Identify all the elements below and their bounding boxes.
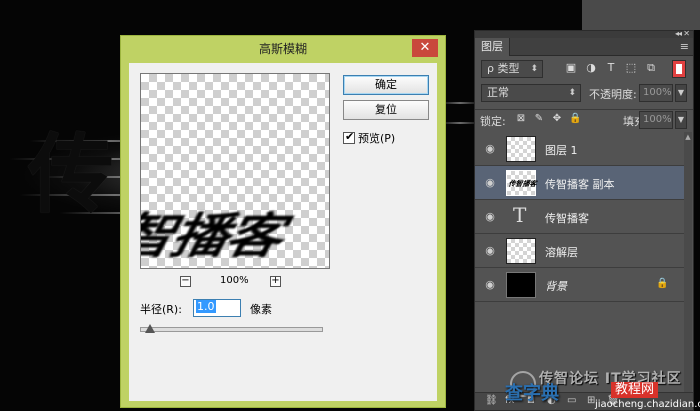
- layer-name: 背景: [545, 280, 567, 293]
- close-button[interactable]: ✕: [412, 39, 438, 57]
- eye-icon[interactable]: ◉: [483, 278, 497, 292]
- dialog-title[interactable]: 高斯模糊: [121, 36, 445, 62]
- link-layers-icon[interactable]: ⛓: [485, 395, 498, 406]
- ok-button[interactable]: 确定: [343, 75, 429, 95]
- layers-scrollbar[interactable]: [684, 132, 692, 402]
- lock-position-icon[interactable]: ✥: [551, 113, 563, 125]
- radius-slider-thumb[interactable]: [145, 324, 155, 333]
- zoom-level: 100%: [220, 275, 249, 286]
- filter-value: ρ 类型: [487, 62, 520, 75]
- preview-image-text: 智播客: [140, 209, 300, 265]
- updown-icon: ⬍: [568, 88, 576, 98]
- zoom-out-button[interactable]: −: [180, 276, 191, 287]
- panel-topbar[interactable]: ◂◂ ✕: [475, 29, 693, 38]
- thumbnail-text: 传智播客: [507, 180, 539, 188]
- panel-tabbar: 图层 ≡: [475, 38, 693, 56]
- collapse-icon[interactable]: ◂◂: [675, 29, 682, 38]
- lock-icon: 🔒: [656, 278, 669, 289]
- adjustment-layer-icon[interactable]: ◐: [547, 395, 556, 406]
- lock-image-icon[interactable]: ✎: [533, 113, 545, 125]
- lock-all-icon[interactable]: 🔒: [569, 113, 581, 125]
- layer-thumbnail: [506, 272, 536, 298]
- fill-input[interactable]: 100%: [639, 111, 673, 129]
- updown-icon: ⬍: [530, 64, 538, 74]
- shape-filter-icon[interactable]: ⬚: [623, 60, 639, 76]
- eye-icon[interactable]: ◉: [483, 142, 497, 156]
- dialog-body: 智播客 − 100% + 确定 复位 ✔ 预览(P) 半径(R): 1.0 像素: [129, 63, 437, 401]
- preview-zoom-bar: − 100% +: [140, 275, 330, 289]
- scroll-up-icon[interactable]: ▲: [684, 132, 692, 142]
- tab-layers[interactable]: 图层: [475, 38, 510, 56]
- layers-footer: ⛓ fx ◘ ◐ ▭ ⊞ 🗑: [475, 392, 693, 410]
- layer-thumbnail: 传智播客: [506, 170, 539, 196]
- lock-label: 锁定:: [480, 115, 506, 128]
- opacity-label: 不透明度:: [589, 88, 637, 101]
- layer-row[interactable]: ◉ T 传智播客: [475, 200, 685, 234]
- panel-menu-icon[interactable]: ≡: [680, 40, 689, 53]
- filter-preview[interactable]: 智播客: [140, 73, 330, 269]
- layer-thumbnail: [506, 136, 536, 162]
- chevron-down-icon[interactable]: ▼: [675, 111, 687, 129]
- layer-style-icon[interactable]: fx: [505, 395, 514, 406]
- opacity-input[interactable]: 100%: [639, 84, 673, 102]
- blend-mode-dropdown[interactable]: 正常 ⬍: [481, 84, 581, 102]
- type-filter-icon[interactable]: T: [603, 60, 619, 76]
- radius-input[interactable]: 1.0: [193, 299, 241, 317]
- radius-slider[interactable]: [140, 327, 323, 332]
- checkbox-box[interactable]: ✔: [343, 130, 355, 144]
- close-icon[interactable]: ✕: [683, 29, 690, 38]
- layer-row[interactable]: ◉ 传智播客 传智播客 副本: [475, 166, 685, 200]
- adjustment-filter-icon[interactable]: ◑: [583, 60, 599, 76]
- layer-name: 溶解层: [545, 246, 578, 259]
- lock-row: 锁定: ⊠ ✎ ✥ 🔒 填充: 100% ▼: [475, 109, 693, 129]
- workspace-background: [582, 0, 700, 30]
- preview-checkbox-label: 预览(P): [358, 132, 396, 145]
- preview-checkbox[interactable]: ✔ 预览(P): [343, 130, 395, 146]
- new-group-icon[interactable]: ▭: [567, 395, 576, 406]
- layer-name: 传智播客 副本: [545, 178, 615, 191]
- radius-value: 1.0: [196, 300, 216, 313]
- eye-icon[interactable]: ◉: [483, 176, 497, 190]
- chevron-down-icon[interactable]: ▼: [675, 84, 687, 102]
- delete-layer-icon[interactable]: 🗑: [607, 395, 620, 406]
- reset-button[interactable]: 复位: [343, 100, 429, 120]
- canvas-text: 传: [28, 125, 116, 225]
- add-mask-icon[interactable]: ◘: [527, 395, 535, 406]
- checkmark-icon: ✔: [345, 130, 355, 143]
- layers-panel: ◂◂ ✕ 图层 ≡ ρ 类型 ⬍ ▣ ◑ T ⬚ ⧉ 正常 ⬍ 不透明度: 100%…: [474, 29, 694, 411]
- radius-row: 半径(R): 1.0 像素: [140, 298, 340, 318]
- lock-transparent-icon[interactable]: ⊠: [515, 113, 527, 125]
- eye-icon[interactable]: ◉: [483, 244, 497, 258]
- new-layer-icon[interactable]: ⊞: [587, 395, 595, 406]
- layer-row[interactable]: ◉ 溶解层: [475, 234, 685, 268]
- layer-name: 图层 1: [545, 144, 578, 157]
- layer-thumbnail: [506, 238, 536, 264]
- layer-name: 传智播客: [545, 212, 589, 225]
- gaussian-blur-dialog: 高斯模糊 ✕ 智播客 − 100% + 确定 复位 ✔ 预览(P) 半径(R): …: [120, 35, 446, 408]
- zoom-in-button[interactable]: +: [270, 276, 281, 287]
- blend-mode-value: 正常: [487, 86, 509, 99]
- layer-row[interactable]: ◉ 图层 1: [475, 132, 685, 166]
- layer-filter-dropdown[interactable]: ρ 类型 ⬍: [481, 60, 543, 78]
- radius-unit: 像素: [250, 303, 272, 316]
- radius-label: 半径(R):: [140, 303, 182, 316]
- eye-icon[interactable]: ◉: [483, 210, 497, 224]
- smart-object-filter-icon[interactable]: ⧉: [643, 60, 659, 76]
- text-layer-icon: T: [513, 203, 527, 227]
- layer-row[interactable]: ◉ 背景 🔒: [475, 268, 685, 302]
- pixel-filter-icon[interactable]: ▣: [563, 60, 579, 76]
- filter-toggle[interactable]: [672, 60, 686, 78]
